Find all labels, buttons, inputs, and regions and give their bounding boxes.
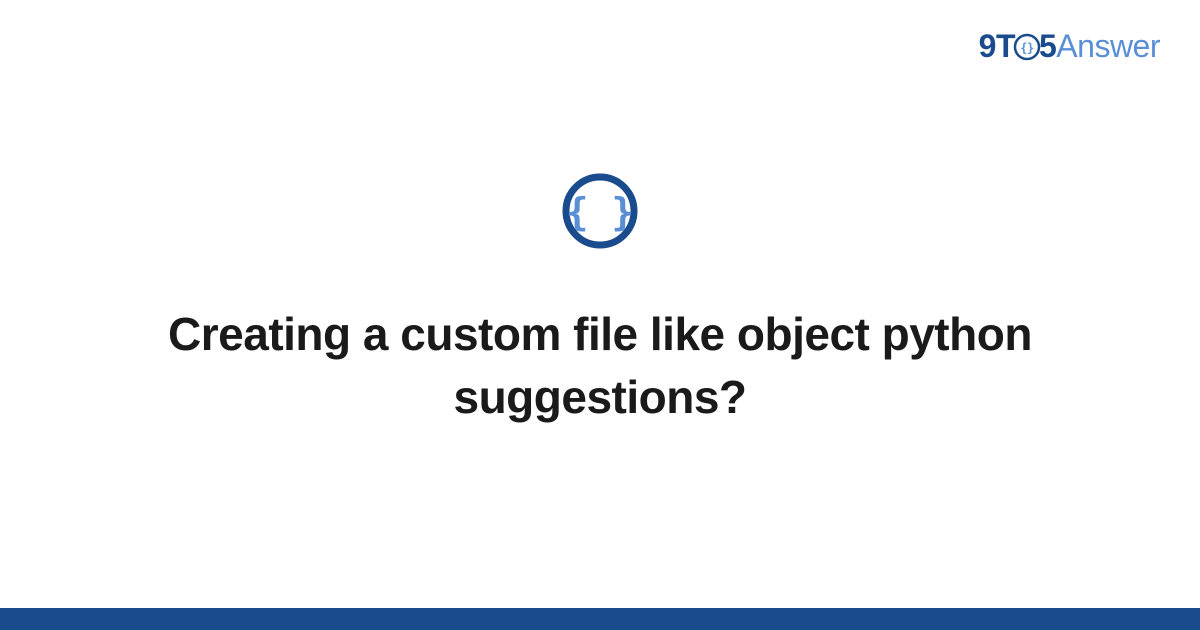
code-braces-icon: { } (561, 172, 639, 255)
bottom-accent-bar (0, 608, 1200, 630)
svg-text:{ }: { } (566, 190, 635, 234)
page-title: Creating a custom file like object pytho… (80, 303, 1120, 427)
main-content: { } Creating a custom file like object p… (0, 0, 1200, 630)
